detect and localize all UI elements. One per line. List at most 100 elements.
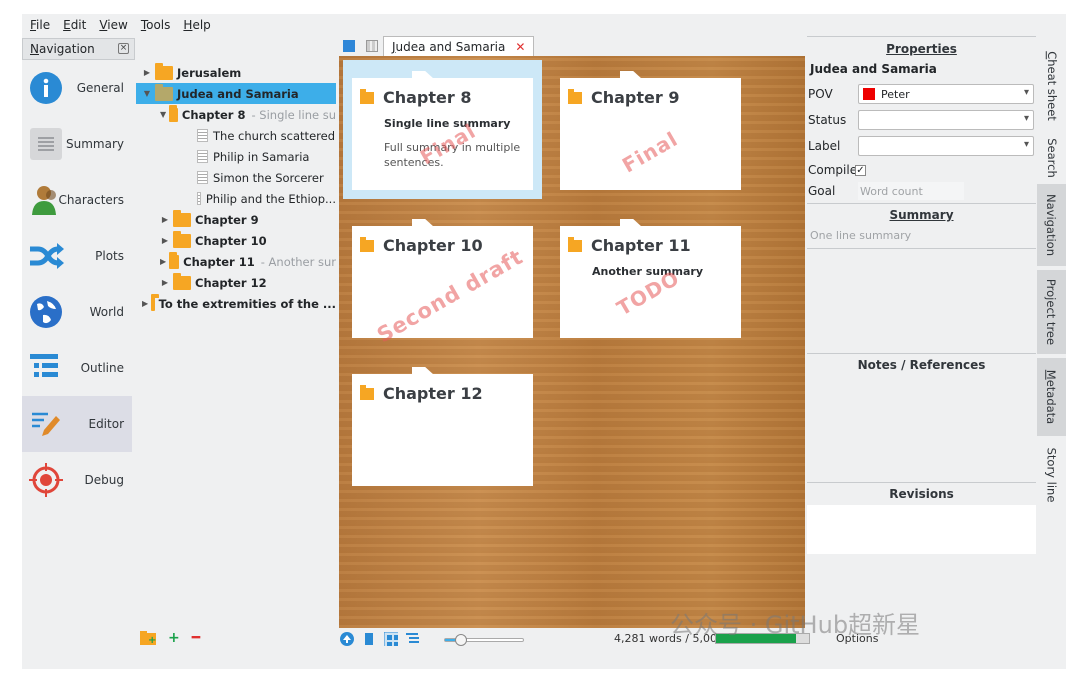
add-item-icon[interactable]: + — [168, 630, 180, 646]
card-title-text: Chapter 11 — [591, 236, 691, 255]
index-card-chapter-9[interactable]: Chapter 9 Final — [560, 71, 741, 190]
expand-arrow-icon[interactable]: ▶ — [160, 278, 170, 287]
tree-toolbar: + + ━ — [140, 630, 200, 646]
zoom-slider[interactable] — [444, 634, 524, 646]
document-icon — [197, 171, 208, 184]
card-summary: Another summary — [592, 265, 704, 278]
label-row: Label — [807, 136, 1036, 156]
tree-item-label: To the extremities of the ... — [158, 296, 336, 311]
properties-title-text: Properties — [886, 42, 957, 56]
expand-arrow-icon[interactable]: ▶ — [160, 257, 166, 266]
folder-icon — [155, 83, 173, 101]
folder-icon — [169, 104, 178, 122]
label-select[interactable] — [858, 136, 1034, 156]
nav-item-debug[interactable]: Debug — [22, 452, 132, 508]
tab-search[interactable]: Search — [1037, 128, 1066, 188]
tree-item-judea-and-samaria[interactable]: ▼ Judea and Samaria — [136, 83, 336, 104]
nav-item-editor[interactable]: Editor — [22, 396, 132, 452]
revisions-list[interactable] — [807, 505, 1036, 554]
compile-checkbox[interactable]: ✓ — [855, 164, 866, 176]
tree-item-scene[interactable]: Simon the Sorcerer — [136, 167, 336, 188]
add-folder-icon[interactable]: + — [140, 631, 156, 645]
slider-handle[interactable] — [455, 634, 467, 646]
split-view-icon[interactable] — [343, 40, 355, 52]
menu-file[interactable]: File — [30, 18, 50, 32]
expand-arrow-icon[interactable]: ▶ — [160, 236, 170, 245]
menu-edit[interactable]: Edit — [63, 18, 86, 32]
goal-input[interactable]: Word count — [858, 182, 964, 200]
label-label: Label — [808, 139, 841, 153]
tree-item-chapter-12[interactable]: ▶ Chapter 12 — [136, 272, 336, 293]
collapse-arrow-icon[interactable]: ▼ — [160, 110, 166, 119]
grid-view-icon[interactable] — [366, 40, 378, 52]
expand-arrow-icon[interactable]: ▶ — [142, 68, 152, 77]
tree-item-label: Simon the Sorcerer — [213, 170, 324, 185]
nav-item-outline[interactable]: Outline — [22, 340, 132, 396]
tree-item-extremities[interactable]: ▶ To the extremities of the ... — [136, 293, 336, 314]
tree-item-scene[interactable]: Philip and the Ethiop... — [136, 188, 336, 209]
summary-title-text: Summary — [889, 208, 954, 222]
menu-tools[interactable]: Tools — [141, 18, 171, 32]
tree-item-label: Chapter 12 — [195, 275, 267, 290]
nav-item-characters[interactable]: Characters — [22, 172, 132, 228]
tree-item-label: Jerusalem — [177, 65, 242, 80]
divider — [807, 203, 1036, 204]
index-card-chapter-12[interactable]: Chapter 12 — [352, 367, 533, 486]
folder-icon — [173, 209, 191, 227]
tree-item-chapter-9[interactable]: ▶ Chapter 9 — [136, 209, 336, 230]
expand-arrow-icon[interactable]: ▶ — [160, 215, 170, 224]
divider — [807, 36, 1036, 37]
tab-label: Search — [1044, 138, 1059, 178]
pov-select[interactable]: Peter — [858, 84, 1034, 104]
index-card-chapter-10[interactable]: Chapter 10 Second draft — [352, 219, 533, 347]
world-icon — [28, 294, 64, 330]
tab-label: Cheat sheet — [1044, 51, 1059, 121]
tree-item-label: Chapter 10 — [195, 233, 267, 248]
tree-item-scene[interactable]: Philip in Samaria — [136, 146, 336, 167]
tree-item-jerusalem[interactable]: ▶ Jerusalem — [136, 62, 336, 83]
status-label: Status — [808, 113, 847, 127]
index-card-chapter-11[interactable]: Chapter 11 Another summary TODO — [560, 219, 741, 338]
nav-item-summary[interactable]: Summary — [22, 116, 132, 172]
tab-metadata[interactable]: Metadata — [1037, 358, 1066, 436]
menu-help[interactable]: Help — [183, 18, 210, 32]
status-select[interactable] — [858, 110, 1034, 130]
collapse-arrow-icon[interactable]: ▼ — [142, 89, 152, 98]
compile-row: Compile ✓ — [807, 160, 1036, 180]
folder-icon — [151, 293, 161, 311]
close-tab-icon[interactable]: ✕ — [515, 40, 525, 54]
tree-item-chapter-10[interactable]: ▶ Chapter 10 — [136, 230, 336, 251]
nav-label: Debug — [84, 473, 124, 487]
expand-arrow-icon[interactable]: ▶ — [142, 299, 148, 308]
nav-item-general[interactable]: General — [22, 60, 132, 116]
remove-item-icon[interactable]: ━ — [192, 630, 200, 646]
nav-item-plots[interactable]: Plots — [22, 228, 132, 284]
tree-item-scene[interactable]: The church scattered — [136, 125, 336, 146]
go-up-icon[interactable] — [340, 632, 354, 646]
folder-icon — [155, 62, 173, 80]
tree-item-chapter-8[interactable]: ▼ Chapter 8 - Single line su — [136, 104, 336, 125]
tab-navigation[interactable]: Navigation — [1037, 184, 1066, 266]
corkboard-view-icon[interactable] — [384, 632, 398, 646]
divider — [807, 353, 1036, 354]
tree-item-chapter-11[interactable]: ▶ Chapter 11 - Another sur — [136, 251, 336, 272]
card-title: Chapter 9 — [568, 88, 679, 107]
properties-panel: Properties Judea and Samaria POV Peter S… — [807, 36, 1036, 630]
outline-view-icon[interactable] — [406, 632, 420, 646]
tab-story-line[interactable]: Story line — [1037, 436, 1066, 514]
index-card-chapter-8[interactable]: Chapter 8 Single line summary Full summa… — [352, 71, 533, 190]
info-icon — [28, 70, 64, 106]
tab-cheat-sheet[interactable]: Cheat sheet — [1037, 46, 1066, 126]
tree-item-label: Judea and Samaria — [177, 86, 299, 101]
menu-view[interactable]: View — [99, 18, 127, 32]
close-dock-icon[interactable]: × — [118, 43, 129, 54]
text-view-icon[interactable] — [362, 632, 376, 646]
tab-judea-and-samaria[interactable]: Judea and Samaria ✕ — [383, 36, 535, 57]
card-tab — [620, 219, 642, 227]
folder-icon — [568, 236, 582, 252]
nav-item-world[interactable]: World — [22, 284, 132, 340]
editor-icon — [28, 406, 64, 442]
card-status-stamp: Second draft — [373, 244, 528, 348]
tab-project-tree[interactable]: Project tree — [1037, 270, 1066, 354]
summary-input[interactable]: One line summary — [810, 229, 911, 242]
